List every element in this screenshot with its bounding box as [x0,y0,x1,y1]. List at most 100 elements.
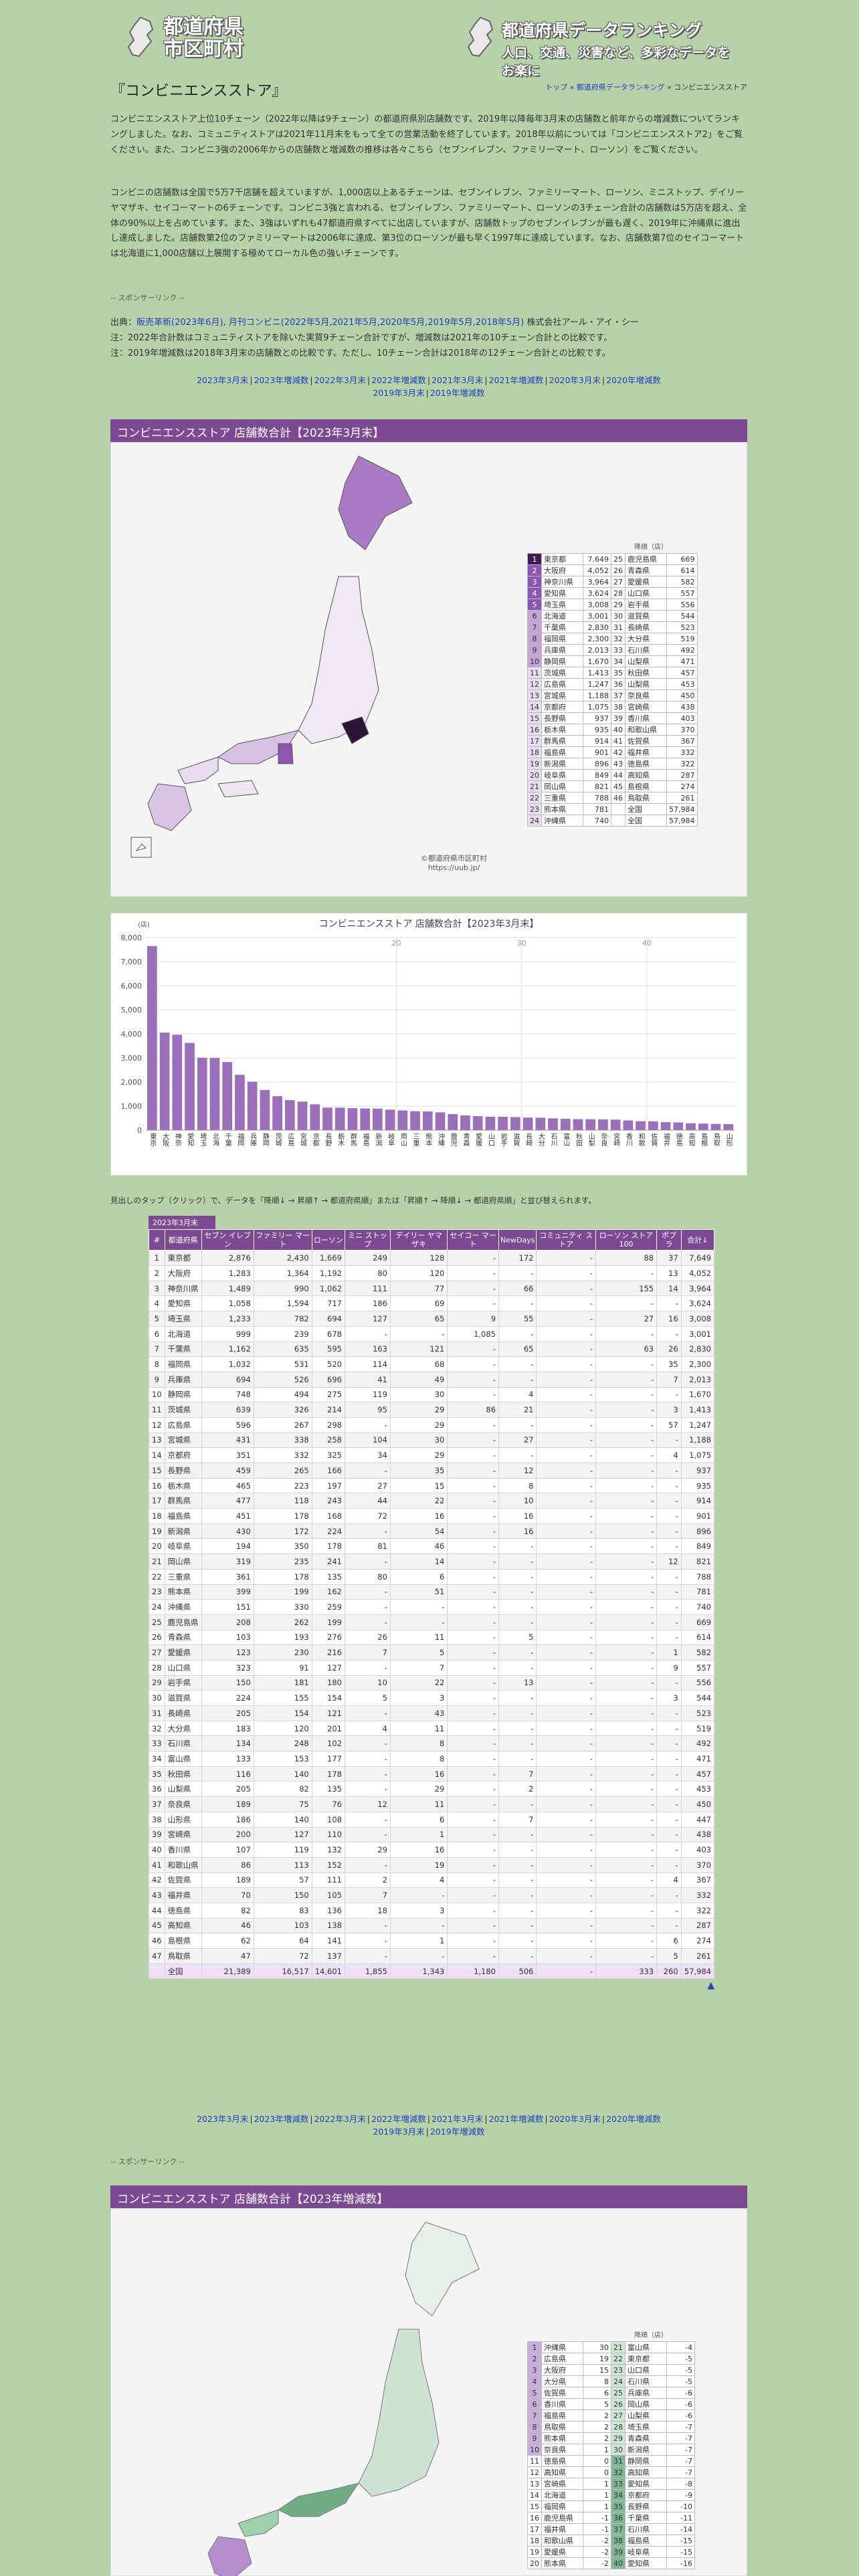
row-value: 431 [201,1432,254,1448]
rank-pref: 広島県 [541,678,583,690]
row-value: - [498,1917,537,1934]
table-header[interactable]: ミニ ストップ [344,1228,391,1251]
table-row: 34 富山県 133 153 177-8- - - - -471 [149,1751,715,1767]
breadcrumb-ranking[interactable]: 都道府県データランキング [577,83,665,92]
row-value: - [447,1493,500,1509]
table-header[interactable]: セイコー マート [447,1228,500,1251]
row-value: - [536,1568,596,1585]
rank-row: 12 高知県 0 32 高知県 -7 [527,2466,695,2478]
row-value: 35 [656,1356,682,1372]
rank-number: 36 [611,678,626,690]
rank-number: 17 [527,2523,542,2535]
japan-map[interactable] [118,449,533,864]
table-header[interactable]: NewDays [498,1228,537,1251]
row-value: 8 [389,1735,448,1752]
row-value: 322 [680,1902,715,1919]
link-2022-03-b[interactable]: 2022年3月末 [314,2114,366,2124]
chart-xtick: 栃木 [337,1132,345,1147]
breadcrumb-top[interactable]: トップ [545,83,567,92]
row-value: 22 [389,1675,448,1691]
row-value: - [344,1933,391,1949]
source-link[interactable]: 販売革新(2023年6月), 月刊コンビニ(2022年5月,2021年5月,20… [136,318,524,328]
table-header[interactable]: 合計↓ [680,1228,715,1251]
row-value: - [536,1826,596,1843]
row-value: - [447,1948,500,1964]
row-value: - [595,1599,658,1615]
chart-xtick: 京都 [311,1132,319,1147]
row-value: - [536,1341,596,1358]
row-value: 83 [253,1902,312,1919]
map-panel-2023: ©都道府県市区町村 https://uub.jp/ 降順（店） 1 東京都 7,649… [110,442,747,897]
rank-pref: 千葉県 [625,2512,667,2524]
row-value: 4 [656,1872,682,1889]
link-2023-diff-b[interactable]: 2023年増減数 [254,2114,309,2124]
rank-row: 14 京都府 1,075 38 宮崎県 438 [527,701,698,713]
rank-pref: 高知県 [541,2466,583,2478]
row-value: - [656,1811,682,1828]
chart-bar [648,1121,658,1130]
chart-bar [422,1111,433,1130]
rank-value: -6 [666,2398,695,2410]
link-2020-03[interactable]: 2020年3月末 [549,375,601,385]
table-header[interactable]: ローソン [311,1228,345,1251]
table-header[interactable]: ポプラ [656,1228,682,1251]
rank-value: 1,188 [583,689,611,702]
link-2021-03-b[interactable]: 2021年3月末 [432,2114,483,2124]
link-2022-diff-b[interactable]: 2022年増減数 [371,2114,426,2124]
rank-value: 8 [583,2375,611,2387]
row-value: - [536,1311,596,1327]
row-value: 4 [498,1386,537,1403]
row-value: 86 [201,1856,254,1873]
link-2021-diff-b[interactable]: 2021年増減数 [489,2114,544,2124]
row-value: 7 [344,1887,391,1903]
chart-xtick: 佐賀 [650,1133,658,1147]
table-header[interactable]: コミュニティ ストア [536,1228,596,1251]
table-header[interactable]: デイリー ヤマザキ [389,1228,448,1251]
rank-number: 13 [527,689,542,702]
link-2021-diff[interactable]: 2021年増減数 [489,375,544,385]
link-2022-diff[interactable]: 2022年増減数 [371,375,426,385]
table-header[interactable]: ローソン ストア100 [595,1228,658,1251]
row-value: 230 [253,1644,312,1660]
chart-xtick: 新潟 [374,1132,382,1147]
rank-pref: 三重県 [541,792,583,804]
row-value: - [536,1432,596,1448]
rank-number: 31 [611,2455,626,2467]
row-value: - [536,1553,596,1570]
row-value: 16,517 [253,1963,312,1979]
link-2020-diff-b[interactable]: 2020年増減数 [606,2114,661,2124]
link-2021-03[interactable]: 2021年3月末 [432,375,483,385]
row-value: 44 [344,1493,391,1509]
row-pref: 静岡県 [164,1386,202,1403]
link-2020-diff[interactable]: 2020年増減数 [606,375,661,385]
rank-number: 19 [527,2546,542,2558]
link-2022-03[interactable]: 2022年3月末 [314,375,366,385]
link-2023-diff[interactable]: 2023年増減数 [254,375,309,385]
link-2019-diff-b[interactable]: 2019年増減数 [430,2127,485,2137]
japan-logo-icon [127,16,154,58]
row-value: - [498,1948,537,1964]
row-value: - [656,1614,682,1630]
table-header[interactable]: 都道府県 [164,1228,202,1251]
japan-map-diff[interactable] [118,2216,533,2576]
chart-toptick: 30 [517,939,527,948]
link-2019-diff[interactable]: 2019年増減数 [430,388,485,398]
site-banner[interactable]: 都道府県データランキング 人口、交通、災害など、多彩なデータをお楽に [460,12,741,78]
row-value: 166 [311,1463,345,1479]
rank-row: 1 東京都 7,649 25 鹿児島県 669 [527,553,698,565]
row-value: 49 [389,1371,448,1388]
row-value: 12 [656,1553,682,1570]
table-header[interactable]: セブン イレブン [201,1228,254,1251]
link-2023-03[interactable]: 2023年3月末 [197,375,248,385]
bar-chart[interactable]: コンビニエンスストア 店舗数合計【2023年3月末】 (店) 0 1,000 2,000… [111,914,747,1175]
link-2019-03-b[interactable]: 2019年3月末 [373,2127,424,2137]
row-pref: 長野県 [164,1463,202,1479]
scroll-top-icon[interactable]: ▲ [707,1980,714,1991]
link-2023-03-b[interactable]: 2023年3月末 [197,2114,248,2124]
rank-number: 14 [527,2489,542,2501]
site-logo[interactable]: 都道府県 市区町村 [120,12,281,66]
link-2020-03-b[interactable]: 2020年3月末 [549,2114,601,2124]
link-2019-03[interactable]: 2019年3月末 [373,388,424,398]
table-header[interactable]: ファミリー マート [253,1228,312,1251]
rank-pref: 石川県 [625,644,667,656]
